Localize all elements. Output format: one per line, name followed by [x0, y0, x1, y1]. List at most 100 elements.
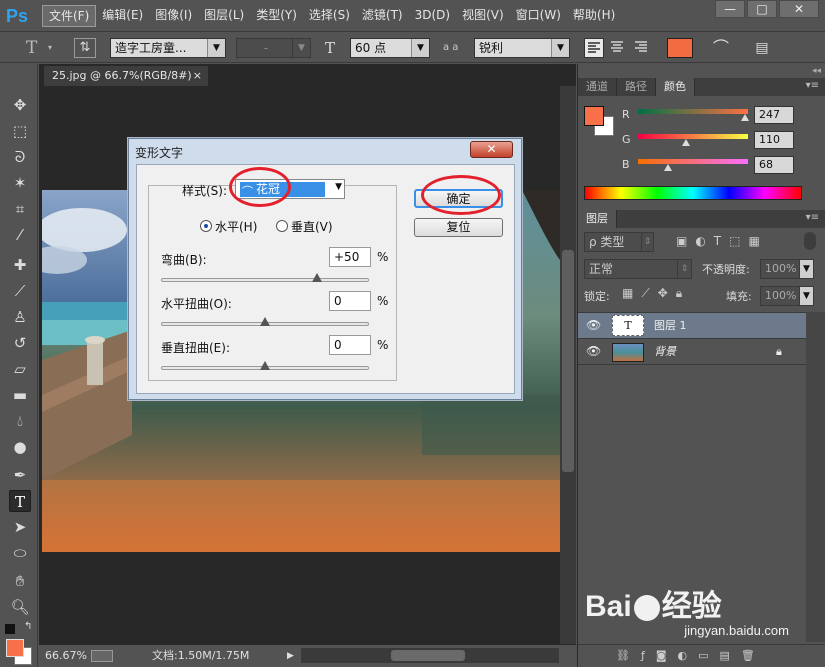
preset-chevron-icon[interactable]: ▾: [48, 38, 58, 58]
channel-b-thumb[interactable]: [664, 164, 672, 171]
collapse-panels-icon[interactable]: ◂◂: [812, 66, 821, 76]
maximize-button[interactable]: □: [747, 0, 777, 18]
layer-row[interactable]: 👁︎ 背景 🔒︎: [578, 339, 806, 365]
color-spectrum-bar[interactable]: [584, 186, 802, 200]
panel-menu-icon[interactable]: ▾≡: [806, 80, 819, 91]
dialog-close-button[interactable]: ✕: [470, 141, 513, 158]
channel-r-value[interactable]: 247: [754, 106, 794, 124]
font-size-select[interactable]: 60 点 ▼: [350, 38, 430, 58]
zoom-tool-icon[interactable]: 🔍︎: [9, 596, 31, 618]
menu-filter[interactable]: 滤镜(T): [356, 5, 409, 27]
status-menu-arrow-icon[interactable]: ▶: [287, 645, 294, 667]
blend-mode-select[interactable]: 正常 ⇕: [584, 259, 692, 279]
channel-b-value[interactable]: 68: [754, 156, 794, 174]
path-selection-tool-icon[interactable]: ➤: [9, 516, 31, 538]
menu-help[interactable]: 帮助(H): [567, 5, 621, 27]
tab-layers[interactable]: 图层: [578, 210, 617, 228]
reset-button[interactable]: 复位: [414, 218, 503, 237]
swap-colors-icon[interactable]: ↰: [24, 622, 34, 632]
lasso-tool-icon[interactable]: ᘐ: [9, 146, 31, 168]
layers-scrollbar[interactable]: [806, 312, 825, 642]
close-window-button[interactable]: ✕: [779, 0, 819, 18]
menu-layer[interactable]: 图层(L): [198, 5, 250, 27]
opacity-field[interactable]: 100% ▼: [760, 259, 814, 279]
vertical-scrollbar-thumb[interactable]: [562, 250, 574, 472]
layers-panel-menu-icon[interactable]: ▾≡: [806, 212, 819, 223]
bend-slider-thumb[interactable]: [312, 273, 322, 282]
menu-file[interactable]: 文件(F): [42, 5, 97, 27]
vertical-radio[interactable]: [276, 220, 288, 232]
character-panel-icon[interactable]: ▤: [752, 38, 772, 58]
channel-g-thumb[interactable]: [682, 139, 690, 146]
align-right-icon[interactable]: [632, 38, 652, 58]
horizontal-radio[interactable]: [200, 220, 212, 232]
tab-paths[interactable]: 路径: [617, 78, 656, 96]
vdist-slider-thumb[interactable]: [260, 361, 270, 370]
font-style-select[interactable]: - ▼: [236, 38, 311, 58]
tab-color[interactable]: 颜色: [656, 78, 695, 96]
default-colors-icon[interactable]: [5, 624, 15, 634]
warp-text-icon[interactable]: ⌒: [710, 38, 732, 58]
menu-image[interactable]: 图像(I): [149, 5, 198, 27]
channel-r-thumb[interactable]: [741, 114, 749, 121]
text-color-swatch[interactable]: [667, 38, 693, 58]
filter-toggle[interactable]: [804, 232, 816, 250]
type-tool-icon[interactable]: T: [9, 490, 31, 512]
layers-footer-icons[interactable]: ⛓ƒ◙◐▭▤🗑︎: [578, 644, 825, 667]
gradient-tool-icon[interactable]: ▬: [9, 384, 31, 406]
zoom-level[interactable]: 66.67%: [45, 645, 87, 667]
layer-name[interactable]: 背景: [654, 339, 676, 364]
document-tab[interactable]: 25.jpg @ 66.7%(RGB/8#) ×: [44, 66, 208, 86]
dodge-tool-icon[interactable]: ●: [9, 436, 31, 458]
antialias-select[interactable]: 锐利 ▼: [474, 38, 570, 58]
menu-select[interactable]: 选择(S): [303, 5, 356, 27]
menu-edit[interactable]: 编辑(E): [96, 5, 149, 27]
align-center-icon[interactable]: [608, 38, 628, 58]
hdist-slider-thumb[interactable]: [260, 317, 270, 326]
pen-tool-icon[interactable]: ✒︎: [9, 464, 31, 486]
healing-brush-tool-icon[interactable]: ✚: [9, 254, 31, 276]
text-orientation-icon[interactable]: ⇅: [74, 38, 96, 58]
layer-filter-icons[interactable]: ▣◐T⬚▦: [676, 234, 768, 248]
menu-type[interactable]: 类型(Y): [250, 5, 303, 27]
lock-icons[interactable]: ▦⟋✥🔒︎: [622, 286, 690, 301]
horizontal-scrollbar-thumb[interactable]: [391, 650, 465, 661]
magic-wand-tool-icon[interactable]: ✶: [9, 172, 31, 194]
fill-field[interactable]: 100% ▼: [760, 286, 814, 306]
font-family-select[interactable]: 造字工房童... ▼: [110, 38, 226, 58]
visibility-eye-icon[interactable]: 👁︎: [586, 339, 601, 364]
menu-window[interactable]: 窗口(W): [510, 5, 567, 27]
menu-3d[interactable]: 3D(D): [409, 5, 456, 27]
minimize-button[interactable]: —: [715, 0, 745, 18]
brush-tool-icon[interactable]: ⟋: [9, 280, 31, 302]
bend-slider[interactable]: [161, 278, 369, 282]
tab-channels[interactable]: 通道: [578, 78, 617, 96]
close-tab-icon[interactable]: ×: [193, 66, 202, 86]
fg-color-swatch[interactable]: [584, 106, 604, 126]
move-tool-icon[interactable]: ✥: [9, 94, 31, 116]
visibility-eye-icon[interactable]: 👁︎: [586, 313, 601, 338]
eyedropper-tool-icon[interactable]: ⁄: [9, 224, 31, 246]
blur-tool-icon[interactable]: 💧︎: [9, 410, 31, 432]
layer-filter-select[interactable]: ρ 类型 ⇕: [584, 232, 654, 252]
vdist-input[interactable]: 0: [329, 335, 371, 355]
crop-tool-icon[interactable]: ⌗: [9, 198, 31, 220]
layer-name[interactable]: 图层 1: [654, 313, 687, 338]
type-tool-preset-icon[interactable]: T: [26, 38, 46, 58]
channel-g-slider[interactable]: [638, 134, 748, 139]
clone-stamp-tool-icon[interactable]: ♙: [9, 306, 31, 328]
hdist-input[interactable]: 0: [329, 291, 371, 311]
history-brush-tool-icon[interactable]: ↺: [9, 332, 31, 354]
marquee-tool-icon[interactable]: ⬚: [9, 120, 31, 142]
menu-view[interactable]: 视图(V): [456, 5, 510, 27]
status-options-icon[interactable]: [91, 650, 113, 662]
layer-row[interactable]: 👁︎ T 图层 1: [578, 313, 806, 339]
ellipse-tool-icon[interactable]: ⬭: [9, 542, 31, 564]
channel-b-slider[interactable]: [638, 159, 748, 164]
hand-tool-icon[interactable]: ✋︎: [9, 570, 31, 592]
bend-input[interactable]: +50: [329, 247, 371, 267]
channel-r-slider[interactable]: [638, 109, 748, 114]
eraser-tool-icon[interactable]: ▱: [9, 358, 31, 380]
channel-g-value[interactable]: 110: [754, 131, 794, 149]
align-left-icon[interactable]: [584, 38, 604, 58]
